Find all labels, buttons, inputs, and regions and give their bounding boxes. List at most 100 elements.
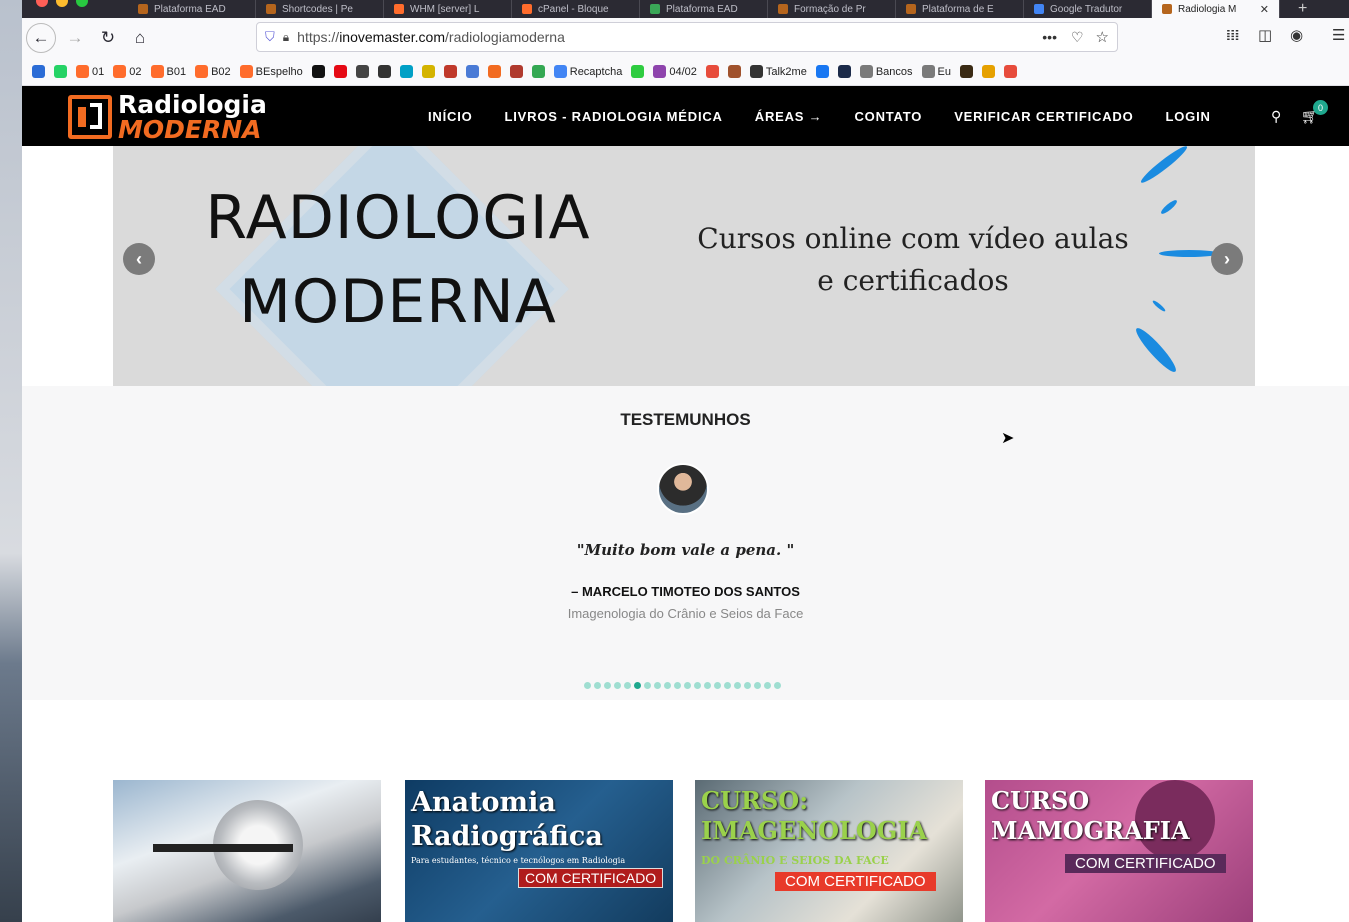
- bookmark-item[interactable]: 02: [113, 65, 142, 78]
- lock-icon[interactable]: 🔒︎: [283, 30, 289, 45]
- pagination-dot[interactable]: [654, 682, 661, 689]
- bookmark-item[interactable]: BEspelho: [239, 65, 303, 78]
- pagination-dot[interactable]: [624, 682, 631, 689]
- browser-tab[interactable]: Shortcodes | Pe: [256, 0, 384, 18]
- bookmark-item[interactable]: Recaptcha: [553, 65, 622, 78]
- bookmark-item[interactable]: [727, 65, 741, 78]
- pagination-dot[interactable]: [734, 682, 741, 689]
- tab-favicon-icon: [1034, 4, 1044, 14]
- bookmark-item[interactable]: [487, 65, 501, 78]
- pagination-dot[interactable]: [634, 682, 641, 689]
- account-icon[interactable]: ◉: [1290, 26, 1303, 44]
- pagination-dot[interactable]: [594, 682, 601, 689]
- tab-favicon-icon: [778, 4, 788, 14]
- bookmark-item[interactable]: [815, 65, 829, 78]
- pagination-dot[interactable]: [684, 682, 691, 689]
- pagination-dot[interactable]: [584, 682, 591, 689]
- pagination-dot[interactable]: [754, 682, 761, 689]
- browser-tab[interactable]: Formação de Pr: [768, 0, 896, 18]
- pagination-dot[interactable]: [724, 682, 731, 689]
- site-logo[interactable]: Radiologia MODERNA: [68, 92, 267, 142]
- bookmark-item[interactable]: [399, 65, 413, 78]
- pagination-dot[interactable]: [674, 682, 681, 689]
- pagination-dot[interactable]: [664, 682, 671, 689]
- course-certificate-badge: COM CERTIFICADO: [1065, 854, 1226, 873]
- bookmark-item[interactable]: Talk2me: [749, 65, 807, 78]
- bookmark-item[interactable]: [509, 65, 523, 78]
- bookmark-item[interactable]: [311, 65, 325, 78]
- home-button[interactable]: ⌂: [125, 23, 155, 53]
- bookmark-item[interactable]: [32, 65, 45, 78]
- slider-prev-button[interactable]: ‹: [123, 243, 155, 275]
- bookmark-item[interactable]: [377, 65, 391, 78]
- course-card-anatomia[interactable]: Anatomia Radiográfica Para estudantes, té…: [405, 780, 673, 922]
- bookmark-item[interactable]: [54, 65, 67, 78]
- pagination-dot[interactable]: [604, 682, 611, 689]
- pagination-dot[interactable]: [704, 682, 711, 689]
- pagination-dot[interactable]: [694, 682, 701, 689]
- menu-item[interactable]: INÍCIO: [428, 109, 473, 124]
- pagination-dot[interactable]: [774, 682, 781, 689]
- bookmark-item[interactable]: [531, 65, 545, 78]
- browser-tab[interactable]: Radiologia M ✕: [1152, 0, 1280, 18]
- bookmark-favicon-icon: [859, 65, 873, 78]
- bookmark-label: B02: [211, 65, 231, 78]
- pagination-dot[interactable]: [744, 682, 751, 689]
- pagination-dot[interactable]: [644, 682, 651, 689]
- bookmark-item[interactable]: [465, 65, 479, 78]
- bookmark-item[interactable]: Eu: [921, 65, 951, 78]
- browser-tab[interactable]: WHM [server] L: [384, 0, 512, 18]
- menu-item[interactable]: CONTATO: [854, 109, 922, 124]
- bookmark-item[interactable]: [1004, 65, 1018, 78]
- bookmark-item[interactable]: [421, 65, 435, 78]
- browser-tab[interactable]: Plataforma EAD: [128, 0, 256, 18]
- bookmark-star-icon[interactable]: ☆: [1096, 28, 1109, 46]
- menu-icon[interactable]: ☰: [1332, 26, 1345, 44]
- course-card-imagenologia[interactable]: CURSO: IMAGENOLOGIA DO CRÂNIO E SEIOS DA …: [695, 780, 963, 922]
- decor-stroke: [1159, 198, 1179, 216]
- bookmark-item[interactable]: Bancos: [859, 65, 913, 78]
- tab-favicon-icon: [650, 4, 660, 14]
- testimonial-pagination: [584, 682, 781, 689]
- browser-tab[interactable]: Google Tradutor: [1024, 0, 1152, 18]
- course-card[interactable]: [113, 780, 381, 922]
- search-icon[interactable]: ⚲: [1271, 108, 1281, 125]
- bookmark-item[interactable]: 01: [76, 65, 104, 78]
- browser-tab[interactable]: cPanel - Bloque: [512, 0, 640, 18]
- menu-item[interactable]: VERIFICAR CERTIFICADO: [954, 109, 1133, 124]
- url-prefix: https://: [297, 29, 340, 45]
- bookmark-item[interactable]: [631, 65, 645, 78]
- page-actions-icon[interactable]: •••: [1042, 29, 1057, 45]
- bookmark-item[interactable]: [960, 65, 974, 78]
- browser-tab[interactable]: Plataforma EAD: [640, 0, 768, 18]
- patient-table-image: [153, 844, 293, 852]
- bookmark-item[interactable]: 04/02: [653, 65, 697, 78]
- close-tab-icon[interactable]: ✕: [1260, 3, 1269, 16]
- course-card-mamografia[interactable]: CURSO MAMOGRAFIA COM CERTIFICADO: [985, 780, 1253, 922]
- menu-item[interactable]: LOGIN: [1166, 109, 1211, 124]
- new-tab-icon[interactable]: +: [1298, 0, 1307, 18]
- pagination-dot[interactable]: [714, 682, 721, 689]
- bookmark-item[interactable]: [443, 65, 457, 78]
- bookmark-item[interactable]: B01: [150, 65, 186, 78]
- browser-tab[interactable]: Plataforma de E: [896, 0, 1024, 18]
- sidebar-icon[interactable]: ◫: [1258, 26, 1272, 44]
- pagination-dot[interactable]: [764, 682, 771, 689]
- bookmark-item[interactable]: B02: [195, 65, 231, 78]
- reload-button[interactable]: ↻: [93, 23, 123, 53]
- library-icon[interactable]: 𝍖: [1226, 26, 1239, 44]
- tracking-shield-icon[interactable]: ⛉: [265, 29, 275, 45]
- forward-button[interactable]: →: [60, 23, 90, 53]
- address-bar[interactable]: ⛉ 🔒︎ https://inovemaster.com/radiologiam…: [256, 22, 1118, 52]
- slider-next-button[interactable]: ›: [1211, 243, 1243, 275]
- bookmark-item[interactable]: [355, 65, 369, 78]
- back-button[interactable]: ←: [26, 23, 56, 53]
- menu-item[interactable]: LIVROS - RADIOLOGIA MÉDICA: [505, 109, 723, 124]
- bookmark-item[interactable]: [982, 65, 996, 78]
- pocket-icon[interactable]: ♡: [1071, 29, 1084, 46]
- pagination-dot[interactable]: [614, 682, 621, 689]
- bookmark-item[interactable]: [333, 65, 347, 78]
- bookmark-item[interactable]: [705, 65, 719, 78]
- bookmark-item[interactable]: [837, 65, 851, 78]
- menu-item[interactable]: ÁREAS →: [755, 109, 823, 124]
